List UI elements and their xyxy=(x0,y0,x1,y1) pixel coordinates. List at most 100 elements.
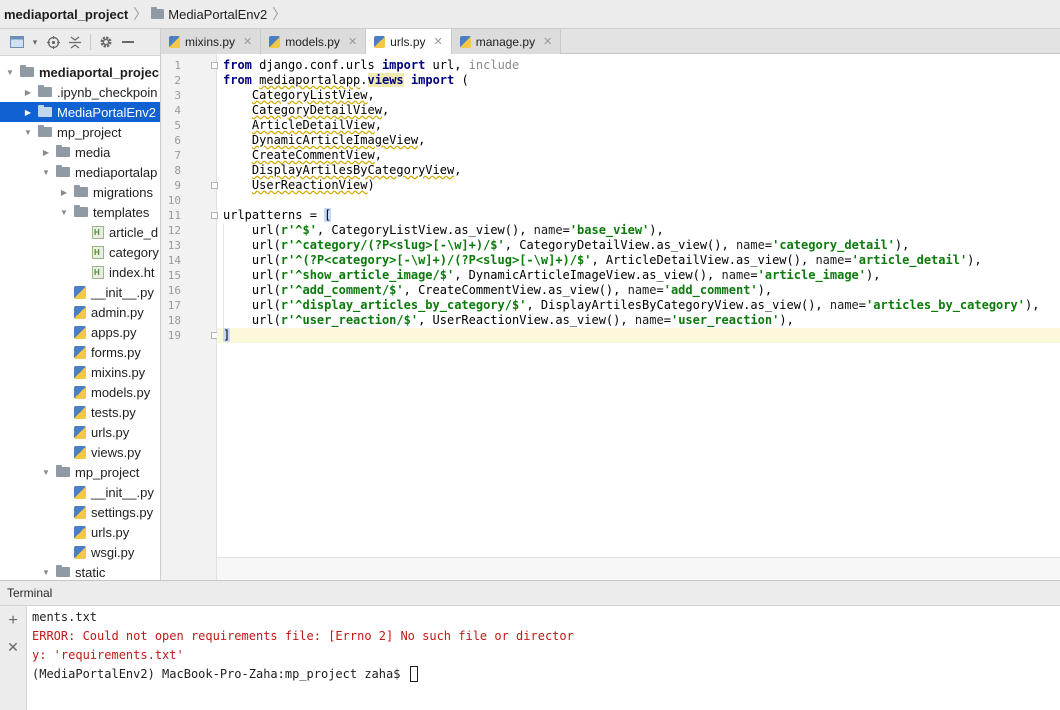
code-line[interactable]: url(r'^(?P<category>[-\w]+)/(?P<slug>[-\… xyxy=(223,253,982,268)
collapse-arrow-icon[interactable]: ▶ xyxy=(58,188,70,197)
tree-item-py[interactable]: urls.py xyxy=(0,522,160,542)
terminal-output[interactable]: ments.txt ERROR: Could not open requireme… xyxy=(27,606,1060,710)
code-line[interactable]: UserReactionView) xyxy=(223,178,375,193)
code-line[interactable]: CategoryDetailView, xyxy=(223,103,389,118)
line-number: 19 xyxy=(167,329,181,342)
editor-tab[interactable]: mixins.py ✕ xyxy=(161,29,262,54)
tree-item-py[interactable]: __init__.py xyxy=(0,482,160,502)
hide-panel-icon[interactable] xyxy=(117,32,139,52)
collapse-arrow-icon[interactable]: ▶ xyxy=(22,88,34,97)
breadcrumb-folder[interactable]: MediaPortalEnv2 xyxy=(151,7,267,22)
new-terminal-icon[interactable]: + xyxy=(5,613,21,629)
code-line[interactable]: url(r'^category/(?P<slug>[-\w]+)/$', Cat… xyxy=(223,238,909,253)
terminal-text: ments.txt xyxy=(32,610,98,624)
editor-tab[interactable]: manage.py ✕ xyxy=(451,29,562,54)
tree-item-html[interactable]: index.ht xyxy=(0,262,160,282)
code-line[interactable]: DisplayArtilesByCategoryView, xyxy=(223,163,462,178)
code-line[interactable]: CategoryListView, xyxy=(223,88,375,103)
tree-item-py[interactable]: views.py xyxy=(0,442,160,462)
breadcrumb-project[interactable]: mediaportal_project xyxy=(4,7,128,22)
tree-item-folder[interactable]: ▼ mp_project xyxy=(0,122,160,142)
tree-item-folder[interactable]: ▶ migrations xyxy=(0,182,160,202)
code-line[interactable]: url(r'^user_reaction/$', UserReactionVie… xyxy=(223,313,794,328)
expand-arrow-icon[interactable]: ▼ xyxy=(40,468,52,477)
code-line[interactable]: url(r'^show_article_image/$', DynamicArt… xyxy=(223,268,881,283)
breadcrumb: mediaportal_project 〉 MediaPortalEnv2 〉 xyxy=(0,0,1060,29)
tree-item-py[interactable]: tests.py xyxy=(0,402,160,422)
tree-item-py[interactable]: admin.py xyxy=(0,302,160,322)
code-line[interactable]: urlpatterns = [ xyxy=(223,208,332,223)
code-line[interactable]: url(r'^add_comment/$', CreateCommentView… xyxy=(223,283,772,298)
python-file-icon xyxy=(74,425,86,439)
tree-item-label: static xyxy=(75,564,106,580)
code-line[interactable]: ArticleDetailView, xyxy=(223,118,382,133)
collapse-arrow-icon[interactable]: ▶ xyxy=(40,148,52,157)
line-number: 11 xyxy=(167,209,181,222)
collapse-arrow-icon[interactable]: ▶ xyxy=(22,108,34,117)
html-file-icon xyxy=(92,225,104,239)
tree-item-folder[interactable]: ▼ templates xyxy=(0,202,160,222)
code-token: import xyxy=(410,73,455,87)
tree-item-py[interactable]: wsgi.py xyxy=(0,542,160,562)
tree-item-html[interactable]: article_d xyxy=(0,222,160,242)
locate-file-icon[interactable] xyxy=(42,32,64,52)
tree-item-html[interactable]: category xyxy=(0,242,160,262)
tree-item-py[interactable]: forms.py xyxy=(0,342,160,362)
expand-arrow-icon[interactable]: ▼ xyxy=(22,128,34,137)
tree-item-folder[interactable]: ▶ media xyxy=(0,142,160,162)
code-line[interactable]: url(r'^display_articles_by_category/$', … xyxy=(223,298,1040,313)
line-number: 4 xyxy=(174,104,181,117)
tree-item-py[interactable]: urls.py xyxy=(0,422,160,442)
project-view-icon[interactable] xyxy=(6,32,28,52)
tree-item-py[interactable]: __init__.py xyxy=(0,282,160,302)
python-file-icon xyxy=(74,525,86,539)
expand-arrow-icon[interactable]: ▼ xyxy=(40,568,52,577)
code-editor[interactable]: 1 2 3 4 5 6 7 8 9 10 11 12 13 14 15 16 17 18 19 from djang… xyxy=(161,54,1060,580)
code-line[interactable]: url(r'^$', CategoryListView.as_view(), n… xyxy=(223,223,664,238)
code-token: name xyxy=(634,313,664,327)
code-area[interactable]: from django.conf.urls import url, includ… xyxy=(217,54,1060,557)
tree-item-py[interactable]: models.py xyxy=(0,382,160,402)
tree-item-folder[interactable]: ▼ static xyxy=(0,562,160,580)
view-dropdown-icon[interactable]: ▾ xyxy=(28,32,42,52)
code-token: views xyxy=(367,73,404,87)
editor-horizontal-scrollbar[interactable] xyxy=(217,557,1060,580)
gear-icon[interactable] xyxy=(95,32,117,52)
code-line[interactable]: DynamicArticleImageView, xyxy=(223,133,425,148)
code-token: 'article_detail' xyxy=(851,253,968,267)
code-token: include xyxy=(468,58,520,72)
close-terminal-icon[interactable]: ✕ xyxy=(5,639,21,655)
code-token: 'user_reaction' xyxy=(670,313,780,327)
close-icon[interactable]: ✕ xyxy=(348,35,357,48)
tree-item-folder[interactable]: ▼ mediaportalap xyxy=(0,162,160,182)
code-token: mediaportalapp xyxy=(259,73,361,87)
terminal-line: ERROR: Could not open requirements file:… xyxy=(32,627,574,646)
code-token: = xyxy=(663,313,671,327)
tree-item-folder[interactable]: ▶ MediaPortalEnv2 xyxy=(0,102,160,122)
code-line[interactable]: from mediaportalapp.views import ( xyxy=(223,73,469,88)
tree-item-folder[interactable]: ▶ .ipynb_checkpoin xyxy=(0,82,160,102)
expand-arrow-icon[interactable]: ▼ xyxy=(40,168,52,177)
code-line[interactable]: from django.conf.urls import url, includ… xyxy=(223,58,519,73)
editor-tab[interactable]: urls.py ✕ xyxy=(366,29,452,54)
tree-item-folder[interactable]: ▼ mediaportal_projec xyxy=(0,62,160,82)
close-icon[interactable]: ✕ xyxy=(434,35,443,48)
expand-arrow-icon[interactable]: ▼ xyxy=(4,68,16,77)
tree-item-py[interactable]: mixins.py xyxy=(0,362,160,382)
expand-arrow-icon[interactable]: ▼ xyxy=(58,208,70,217)
editor-tab[interactable]: models.py ✕ xyxy=(261,29,367,54)
code-token: , DynamicArticleImageView.as_view(), xyxy=(454,268,722,282)
tree-item-folder[interactable]: ▼ mp_project xyxy=(0,462,160,482)
close-icon[interactable]: ✕ xyxy=(243,35,252,48)
close-icon[interactable]: ✕ xyxy=(543,35,552,48)
code-token: django.conf.urls xyxy=(251,58,382,72)
code-line[interactable]: ] xyxy=(223,328,231,343)
code-line[interactable]: CreateCommentView, xyxy=(223,148,382,163)
breadcrumb-folder-label: MediaPortalEnv2 xyxy=(168,6,268,22)
line-number: 6 xyxy=(174,134,181,147)
tree-item-py[interactable]: settings.py xyxy=(0,502,160,522)
tree-item-py[interactable]: apps.py xyxy=(0,322,160,342)
code-token: url( xyxy=(223,283,281,297)
collapse-all-icon[interactable] xyxy=(64,32,86,52)
